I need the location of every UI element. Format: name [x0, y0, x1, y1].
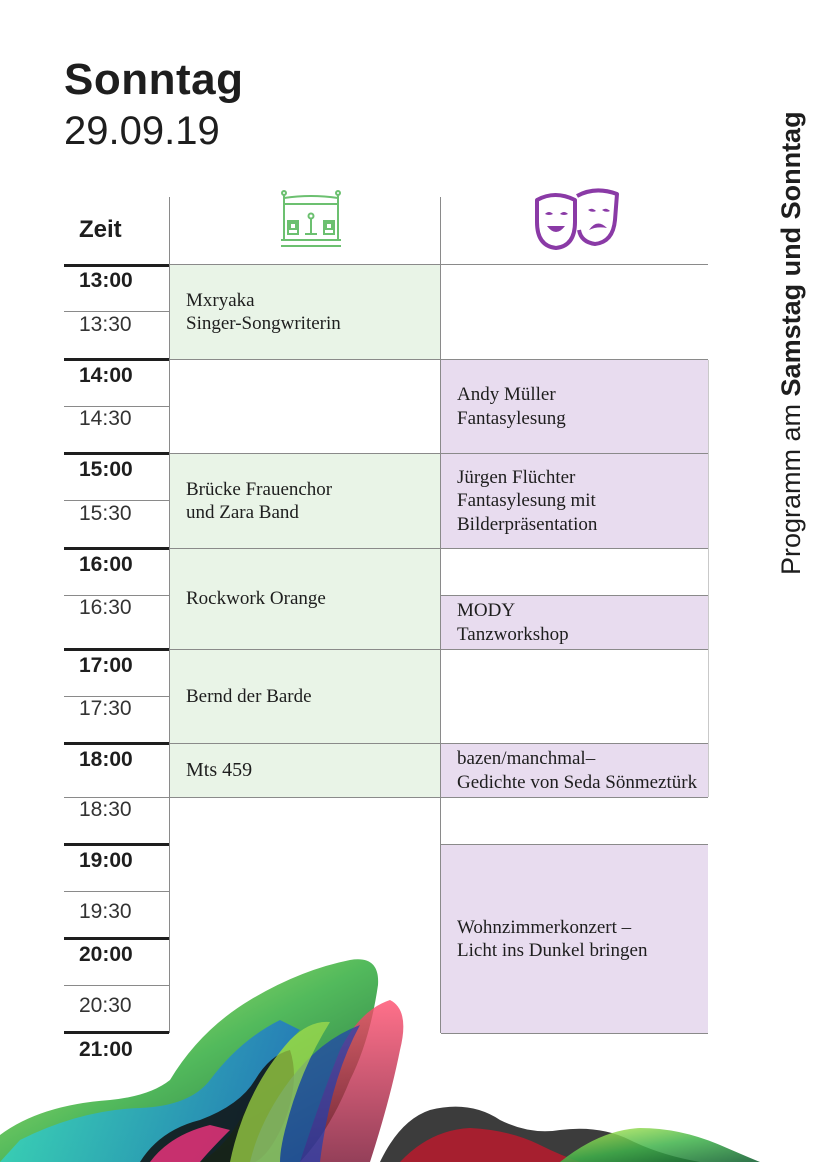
- event-line: Mts 459: [186, 758, 253, 781]
- theater-masks-icon: [535, 188, 619, 250]
- time-label: 13:00: [79, 269, 133, 292]
- hour-divider: [64, 547, 169, 550]
- event-line: Andy Müller: [457, 384, 556, 405]
- event-line: Brücke Frauenchor: [186, 478, 333, 500]
- time-label: 19:00: [79, 849, 133, 872]
- time-label: 19:30: [79, 900, 132, 923]
- event-line: Rockwork Orange: [186, 588, 326, 610]
- event-line: bazen/manchmal–: [457, 748, 596, 769]
- time-label: 14:30: [79, 407, 132, 430]
- theater-event-juergen-fluechter: Jürgen Flüchter Fantasylesung mit Bilderpr…: [441, 454, 708, 548]
- stage-event-bruecke-frauenchor: Brücke Frauenchor und Zara Band: [170, 454, 440, 548]
- decorative-artwork: [0, 959, 760, 1162]
- half-hour-divider: [64, 891, 169, 892]
- page-title: Sonntag: [64, 55, 244, 104]
- event-line: Fantasylesung mit: [457, 490, 596, 512]
- theater-event-mody: MODY Tanzworkshop: [441, 596, 708, 649]
- stage-event-mxryaka: Mxryaka Singer-Songwriterin: [170, 265, 440, 359]
- row-divider: [170, 548, 708, 549]
- event-line: MODY: [457, 600, 516, 621]
- theater-event-andy-mueller: Andy Müller Fantasylesung: [441, 360, 708, 453]
- row-divider: [441, 844, 708, 845]
- event-line: Tanzworkshop: [457, 623, 569, 645]
- stage-event-mts-459: Mts 459: [170, 744, 440, 797]
- row-divider: [170, 743, 708, 744]
- hour-divider: [64, 843, 169, 846]
- time-label: 18:00: [79, 748, 133, 771]
- table-right-border: [708, 360, 709, 797]
- event-line: Jürgen Flüchter: [457, 466, 576, 488]
- time-label: 13:30: [79, 313, 132, 336]
- time-label: 18:30: [79, 798, 132, 821]
- event-line: und Zara Band: [186, 502, 299, 523]
- time-label: 17:30: [79, 697, 132, 720]
- hour-divider: [64, 358, 169, 361]
- hour-divider: [64, 648, 169, 651]
- row-divider: [441, 595, 708, 596]
- event-line: Bernd der Barde: [186, 685, 312, 707]
- row-divider: [170, 264, 708, 265]
- event-line: Fantasylesung: [457, 407, 566, 429]
- time-label: 15:30: [79, 502, 132, 525]
- hour-divider: [64, 742, 169, 745]
- event-line: Mxryaka: [186, 289, 255, 311]
- time-label: 15:00: [79, 458, 133, 481]
- side-caption-bold: Samstag und Sonntag: [776, 111, 806, 397]
- stage-event-rockwork-orange: Rockwork Orange: [170, 549, 440, 649]
- event-line: Gedichte von Seda Sönmeztürk: [457, 771, 698, 793]
- row-divider: [170, 797, 708, 798]
- column-divider: [440, 197, 441, 1033]
- event-line: Bilderpräsentation: [457, 513, 598, 535]
- side-caption: Programm am Samstag und Sonntag: [766, 55, 816, 575]
- stage-icon: [281, 190, 341, 247]
- row-divider: [170, 649, 708, 650]
- time-label: 16:30: [79, 596, 132, 619]
- hour-divider: [64, 452, 169, 455]
- time-label: 14:00: [79, 364, 133, 387]
- row-divider: [170, 359, 708, 360]
- event-line: Singer-Songwriterin: [186, 313, 341, 334]
- stage-event-bernd-der-barde: Bernd der Barde: [170, 650, 440, 743]
- time-column-header: Zeit: [79, 216, 122, 243]
- time-label: 16:00: [79, 553, 133, 576]
- hour-divider: [64, 264, 169, 267]
- theater-event-bazen-manchmal: bazen/manchmal– Gedichte von Seda Sönmezt…: [441, 744, 708, 797]
- row-divider: [170, 453, 708, 454]
- column-divider: [169, 197, 170, 1033]
- page-date: 29.09.19: [64, 109, 220, 153]
- side-caption-prefix: Programm am: [776, 396, 806, 575]
- time-label: 17:00: [79, 654, 133, 677]
